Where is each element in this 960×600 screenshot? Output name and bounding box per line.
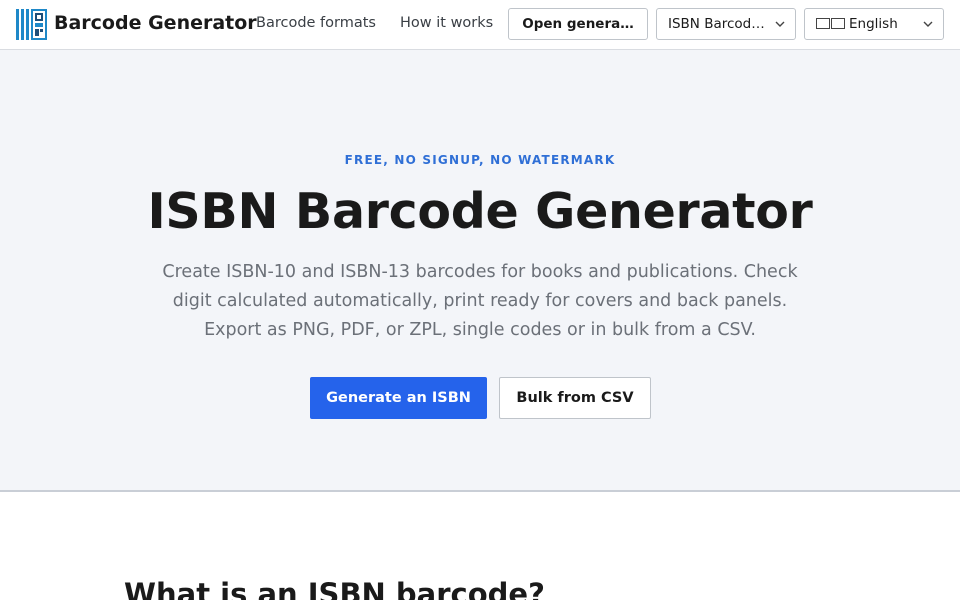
barcode-type-selected-value: ISBN Barcod… — [668, 16, 765, 32]
nav-link-barcode-formats[interactable]: Barcode formats — [256, 15, 376, 31]
generate-isbn-button[interactable]: Generate an ISBN — [310, 377, 487, 419]
open-generator-button[interactable]: Open genera… — [508, 8, 648, 40]
bulk-from-csv-button[interactable]: Bulk from CSV — [499, 377, 651, 419]
chevron-down-icon — [923, 21, 933, 27]
page-title: ISBN Barcode Generator — [147, 183, 813, 240]
nav-link-how-it-works[interactable]: How it works — [400, 15, 493, 31]
barcode-type-select[interactable]: ISBN Barcod… — [656, 8, 796, 40]
hero-eyebrow: FREE, NO SIGNUP, NO WATERMARK — [344, 153, 616, 167]
language-select[interactable]: English — [804, 8, 944, 40]
language-selected-value: English — [849, 16, 898, 32]
flag-icon — [816, 18, 830, 29]
section-heading: What is an ISBN barcode? — [124, 577, 545, 600]
brand-name[interactable]: Barcode Generator — [54, 12, 257, 34]
flag-icon — [831, 18, 845, 29]
hero-description: Create ISBN-10 and ISBN-13 barcodes for … — [162, 262, 798, 340]
barcode-logo-icon[interactable] — [16, 9, 47, 40]
chevron-down-icon — [775, 21, 785, 27]
top-nav-bar: Barcode Generator Barcode formats How it… — [0, 0, 960, 50]
hero-section: FREE, NO SIGNUP, NO WATERMARK ISBN Barco… — [0, 50, 960, 492]
